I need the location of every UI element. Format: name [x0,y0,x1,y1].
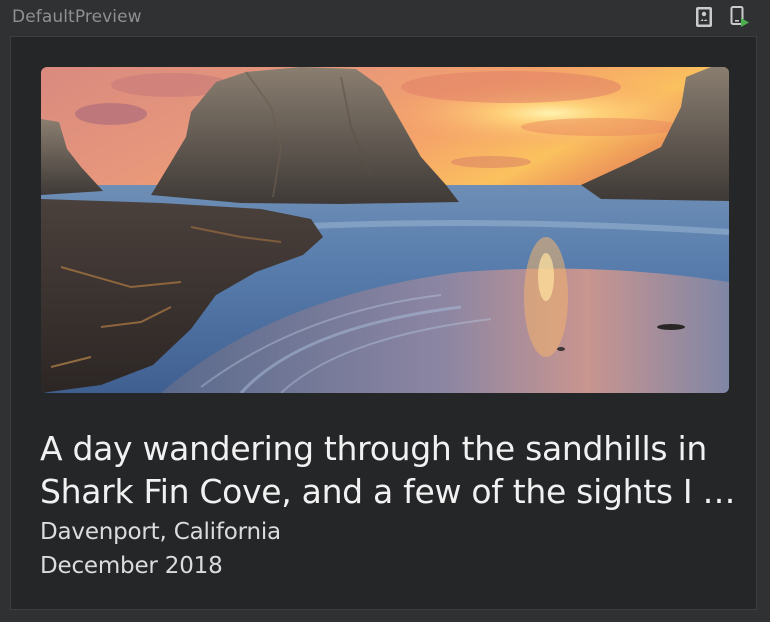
preview-titlebar: DefaultPreview [0,0,770,34]
card-date: December 2018 [40,553,223,579]
preview-window: DefaultPreview A day wandering through t… [0,0,770,622]
deploy-to-device-icon[interactable] [694,6,714,28]
run-preview-icon[interactable] [730,6,750,28]
preview-title: DefaultPreview [12,7,142,27]
header-image [41,67,729,393]
card-headline: A day wandering through the sandhills in… [40,429,736,511]
card-location: Davenport, California [40,519,281,545]
compose-preview-surface: A day wandering through the sandhills in… [10,36,757,610]
